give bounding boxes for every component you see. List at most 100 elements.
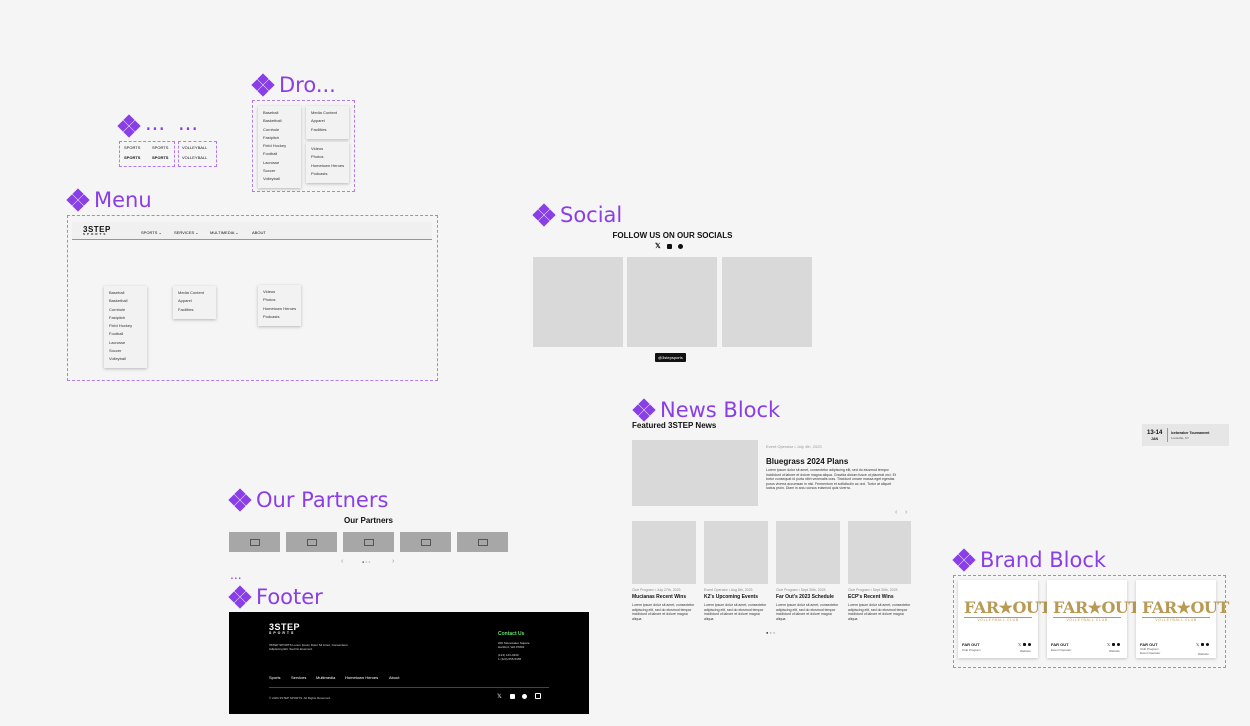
news-card[interactable]: Club Program • Sept 30th, 2023 Far Out's… bbox=[776, 521, 840, 621]
volleyball-variant-2[interactable]: VOLLEYBALL bbox=[182, 155, 207, 160]
menu-multimedia-item[interactable]: Hometown Heroes bbox=[263, 305, 296, 313]
menu-sports-item[interactable]: Field Hockey bbox=[109, 322, 142, 330]
instagram-icon[interactable] bbox=[1201, 643, 1205, 647]
news-card[interactable]: Club Program • July 27th, 2023 Mucianas … bbox=[632, 521, 696, 621]
news-prev-arrow[interactable]: ‹ bbox=[895, 509, 897, 516]
menu-multimedia-item[interactable]: Videos bbox=[263, 288, 296, 296]
brand-website-link[interactable]: Website bbox=[1020, 649, 1031, 653]
menu-multimedia-item[interactable]: Photos bbox=[263, 296, 296, 304]
news-featured-image[interactable] bbox=[632, 440, 758, 506]
news-card-meta: Club Program • Sept 30th, 2023 bbox=[776, 588, 826, 592]
nav-variant-sports-3[interactable]: SPORTS bbox=[124, 155, 140, 160]
footer-logo[interactable]: 3STEP SPORTS bbox=[269, 623, 300, 636]
social-post-2[interactable] bbox=[627, 257, 717, 347]
footer-link-hometown-heroes[interactable]: Hometown Heroes bbox=[345, 675, 378, 680]
instagram-icon[interactable] bbox=[666, 243, 672, 249]
dropdown-multimedia-item[interactable]: Photos bbox=[311, 153, 344, 161]
menu-multimedia-dropdown: Videos Photos Hometown Heroes Podcasts bbox=[258, 285, 301, 326]
dropdown-sports-item[interactable]: Soccer bbox=[263, 167, 296, 175]
brand-website-link[interactable]: Website bbox=[1109, 649, 1120, 653]
footer-link-about[interactable]: About bbox=[389, 675, 399, 680]
news-next-arrow[interactable]: › bbox=[905, 509, 907, 516]
brand-website-link[interactable]: Website bbox=[1198, 652, 1209, 656]
menu-nav-multimedia[interactable]: MULTIMEDIA ⌄ bbox=[210, 230, 239, 235]
x-icon[interactable]: 𝕏 bbox=[655, 243, 661, 250]
nav-variant-sports-1[interactable]: SPORTS bbox=[124, 145, 140, 150]
partners-next-arrow[interactable]: › bbox=[392, 558, 394, 565]
footer-link-multimedia[interactable]: Multimedia bbox=[316, 675, 335, 680]
nav-variant-sports-2[interactable]: SPORTS bbox=[152, 145, 168, 150]
menu-sports-item[interactable]: Fastpitch bbox=[109, 314, 142, 322]
menu-services-item[interactable]: Media Content bbox=[178, 289, 211, 297]
news-card[interactable]: Event Operator • Aug 8th, 2023 K2's Upco… bbox=[704, 521, 768, 621]
instagram-icon[interactable] bbox=[534, 693, 541, 700]
menu-services-item[interactable]: Apparel bbox=[178, 297, 211, 305]
nav-variant-sports-4[interactable]: SPORTS bbox=[152, 155, 168, 160]
facebook-icon[interactable] bbox=[1117, 643, 1121, 647]
volleyball-variant-1[interactable]: VOLLEYBALL bbox=[182, 145, 207, 150]
facebook-icon[interactable] bbox=[1028, 643, 1032, 647]
partner-logo[interactable] bbox=[343, 532, 394, 552]
x-icon[interactable]: 𝕏 bbox=[497, 694, 502, 700]
dropdown-sports-item[interactable]: Volleyball bbox=[263, 175, 296, 183]
menu-nav-about[interactable]: ABOUT bbox=[252, 230, 266, 235]
menu-sports-item[interactable]: Football bbox=[109, 330, 142, 338]
facebook-icon[interactable] bbox=[522, 693, 528, 699]
partner-logo[interactable] bbox=[457, 532, 508, 552]
menu-multimedia-item[interactable]: Podcasts bbox=[263, 313, 296, 321]
dropdown-sports-item[interactable]: Lacrosse bbox=[263, 159, 296, 167]
social-post-1[interactable] bbox=[533, 257, 623, 347]
event-card[interactable]: 13-14 JAN Icebreaker Tournament Louisvil… bbox=[1142, 424, 1229, 446]
news-card-title: Far Out's 2023 Schedule bbox=[776, 594, 834, 600]
instagram-icon[interactable] bbox=[1023, 643, 1027, 647]
menu-nav-sports[interactable]: SPORTS ⌄ bbox=[141, 230, 162, 235]
news-card-title: K2's Upcoming Events bbox=[704, 594, 758, 600]
news-card[interactable]: Club Program • Sept 30th, 2023 ECP's Rec… bbox=[848, 521, 911, 621]
menu-services-item[interactable]: Facilities bbox=[178, 306, 211, 314]
social-handle-button[interactable]: @3stepsports bbox=[655, 353, 686, 362]
dropdown-sports-item[interactable]: Basketball bbox=[263, 117, 296, 125]
dropdown-sports-item[interactable]: Field Hockey bbox=[263, 142, 296, 150]
x-icon[interactable]: 𝕏 bbox=[1018, 642, 1021, 647]
partner-logo[interactable] bbox=[286, 532, 337, 552]
dropdown-sports-item[interactable]: Cornhole bbox=[263, 126, 296, 134]
facebook-icon[interactable] bbox=[677, 243, 683, 249]
news-card-title: ECP's Recent Wins bbox=[848, 594, 894, 600]
linkedin-icon[interactable] bbox=[509, 693, 515, 699]
brand-card[interactable]: FAR★OUT VOLLEYBALL CLUB FAR OUT Club Prog… bbox=[958, 580, 1051, 658]
partner-logo[interactable] bbox=[229, 532, 280, 552]
dropdown-multimedia-item[interactable]: Videos bbox=[311, 145, 344, 153]
news-pagination[interactable]: ●●● bbox=[766, 630, 776, 635]
dropdown-services-item[interactable]: Facilities bbox=[311, 126, 344, 134]
facebook-icon[interactable] bbox=[1206, 643, 1210, 647]
footer-phone-2[interactable]: 1 (423)-555-5365 bbox=[498, 657, 521, 661]
footer-link-sports[interactable]: Sports bbox=[269, 675, 281, 680]
partners-prev-arrow[interactable]: ‹ bbox=[341, 558, 343, 565]
menu-logo[interactable]: 3STEP SPORTS bbox=[83, 226, 111, 236]
menu-sports-item[interactable]: Cornhole bbox=[109, 306, 142, 314]
dropdown-sports-item[interactable]: Baseball bbox=[263, 109, 296, 117]
dropdown-multimedia-item[interactable]: Hometown Heroes bbox=[311, 162, 344, 170]
menu-nav-services[interactable]: SERVICES ⌄ bbox=[174, 230, 199, 235]
dropdown-sports-item[interactable]: Football bbox=[263, 150, 296, 158]
x-icon[interactable]: 𝕏 bbox=[1107, 642, 1110, 647]
brand-card[interactable]: FAR★OUT VOLLEYBALL CLUB FAR OUT Event Ope… bbox=[1047, 580, 1140, 658]
x-icon[interactable]: 𝕏 bbox=[1196, 642, 1199, 647]
menu-sports-item[interactable]: Soccer bbox=[109, 347, 142, 355]
menu-sports-item[interactable]: Baseball bbox=[109, 289, 142, 297]
dropdown-multimedia-item[interactable]: Podcasts bbox=[311, 170, 344, 178]
instagram-icon[interactable] bbox=[1112, 643, 1116, 647]
menu-sports-item[interactable]: Volleyball bbox=[109, 355, 142, 363]
component-title-menu: Menu bbox=[66, 188, 152, 212]
menu-sports-item[interactable]: Lacrosse bbox=[109, 339, 142, 347]
news-featured-title[interactable]: Bluegrass 2024 Plans bbox=[766, 457, 848, 466]
brand-card[interactable]: FAR★OUT VOLLEYBALL CLUB FAR OUT Club Prog… bbox=[1136, 580, 1229, 658]
menu-sports-item[interactable]: Basketball bbox=[109, 297, 142, 305]
dropdown-sports-item[interactable]: Fastpitch bbox=[263, 134, 296, 142]
partner-logo[interactable] bbox=[400, 532, 451, 552]
social-post-3[interactable] bbox=[722, 257, 812, 347]
dropdown-services-item[interactable]: Apparel bbox=[311, 117, 344, 125]
footer-link-services[interactable]: Services bbox=[291, 675, 306, 680]
partners-pagination[interactable]: ●●● bbox=[362, 560, 371, 564]
dropdown-services-item[interactable]: Media Content bbox=[311, 109, 344, 117]
